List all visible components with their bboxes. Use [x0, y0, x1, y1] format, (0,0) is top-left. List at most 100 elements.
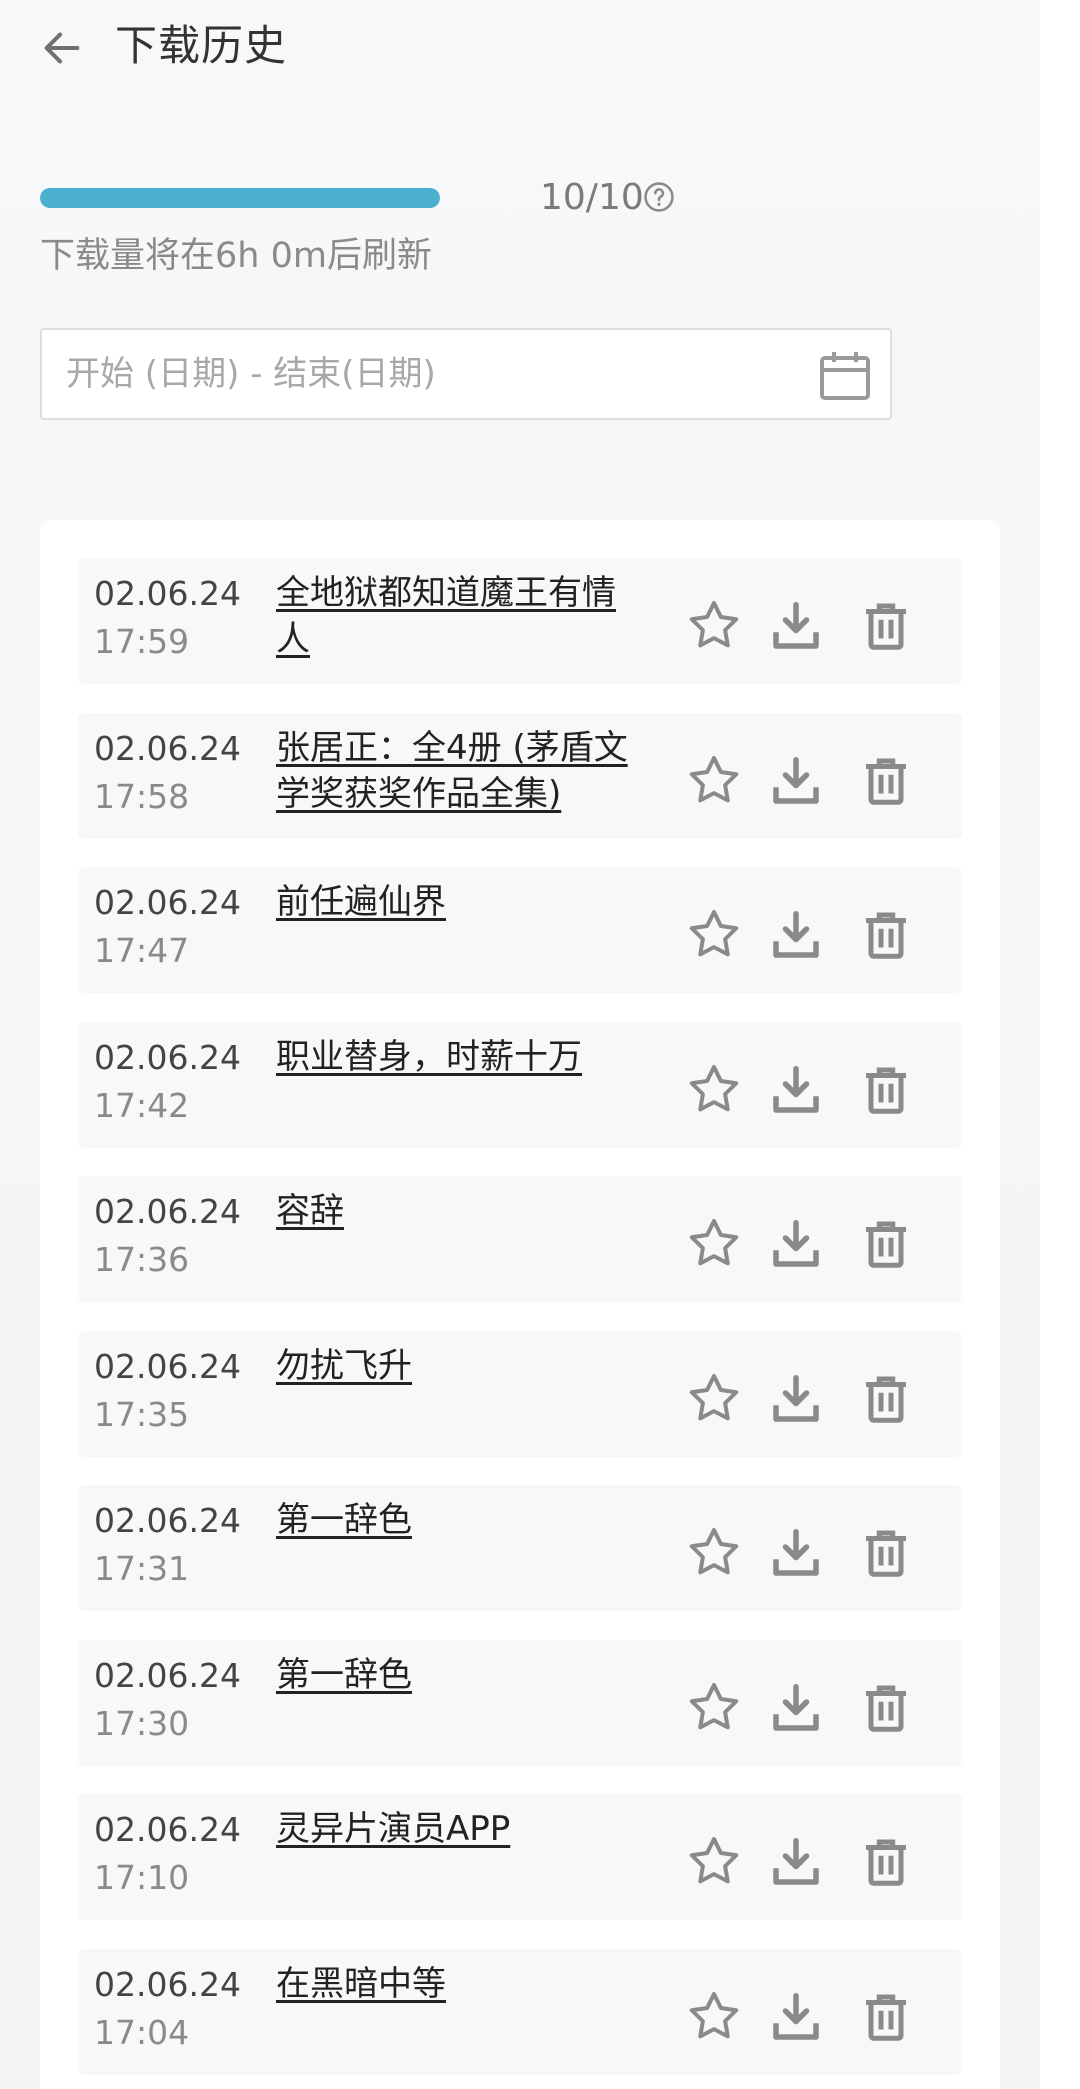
- favorite-button[interactable]: [684, 1369, 744, 1429]
- book-title-link[interactable]: 张居正：全4册 (茅盾文学奖获奖作品全集): [276, 725, 646, 817]
- history-date: 02.06.24: [94, 1501, 241, 1540]
- download-icon: [773, 1529, 819, 1576]
- favorite-button[interactable]: [684, 751, 744, 811]
- date-range-input[interactable]: 开始 (日期) - 结束(日期): [40, 328, 892, 420]
- download-icon: [773, 911, 819, 958]
- download-icon: [773, 1374, 819, 1422]
- back-button[interactable]: [32, 20, 92, 76]
- download-icon: [773, 1838, 819, 1885]
- delete-button[interactable]: [856, 596, 916, 656]
- favorite-button[interactable]: [684, 1987, 744, 2047]
- history-date: 02.06.24: [94, 883, 241, 922]
- favorite-button[interactable]: [684, 1060, 744, 1120]
- history-time: 17:42: [94, 1085, 190, 1125]
- star-icon: [689, 755, 739, 802]
- date-range-placeholder: 开始 (日期) - 结束(日期): [66, 354, 436, 394]
- download-button[interactable]: [766, 905, 826, 965]
- star-icon: [689, 1528, 739, 1575]
- download-button[interactable]: [766, 1832, 826, 1892]
- delete-button[interactable]: [856, 1214, 916, 1274]
- edge-strip: [1040, 0, 1080, 2089]
- delete-button[interactable]: [856, 1987, 916, 2047]
- download-icon: [773, 1065, 819, 1113]
- delete-button[interactable]: [856, 905, 916, 965]
- download-button[interactable]: [766, 751, 826, 811]
- star-icon: [689, 1837, 739, 1884]
- favorite-button[interactable]: [684, 905, 744, 965]
- trash-icon: [866, 1994, 906, 2041]
- history-date: 02.06.24: [94, 728, 241, 768]
- download-icon: [773, 602, 819, 649]
- book-title-link[interactable]: 灵异片演员APP: [276, 1806, 646, 1852]
- history-time: 17:31: [94, 1549, 190, 1588]
- download-button[interactable]: [766, 1678, 826, 1738]
- download-button[interactable]: [766, 596, 826, 656]
- delete-button[interactable]: [856, 751, 916, 811]
- history-row[interactable]: 02.06.24 17:42 职业替身，时薪十万: [78, 1021, 962, 1148]
- delete-button[interactable]: [856, 1060, 916, 1120]
- favorite-button[interactable]: [684, 1214, 744, 1274]
- history-row[interactable]: 02.06.24 17:30 第一辞色: [78, 1639, 962, 1766]
- arrow-left-icon: [44, 32, 80, 64]
- history-row[interactable]: 02.06.24 17:35 勿扰飞升: [78, 1330, 962, 1457]
- favorite-button[interactable]: [684, 1523, 744, 1583]
- star-icon: [689, 910, 739, 957]
- favorite-button[interactable]: [684, 596, 744, 656]
- history-time: 17:35: [94, 1394, 190, 1434]
- app-header: 下载历史: [0, 0, 1040, 96]
- refresh-note: 下载量将在6h 0m后刷新: [40, 236, 432, 276]
- star-icon: [689, 601, 739, 648]
- star-icon: [689, 1991, 739, 2038]
- history-row[interactable]: 02.06.24 17:59 全地狱都知道魔王有情人: [78, 558, 962, 684]
- history-time: 17:58: [94, 776, 190, 816]
- download-quota: 10/10: [40, 178, 940, 238]
- star-icon: [689, 1219, 739, 1266]
- history-time: 17:47: [94, 931, 190, 970]
- trash-icon: [866, 1067, 906, 1114]
- help-icon[interactable]: [642, 180, 676, 214]
- download-button[interactable]: [766, 1369, 826, 1429]
- book-title-link[interactable]: 第一辞色: [276, 1652, 646, 1698]
- book-title-link[interactable]: 勿扰飞升: [276, 1343, 646, 1389]
- history-date: 02.06.24: [94, 1346, 241, 1386]
- download-history-list: 02.06.24 17:59 全地狱都知道魔王有情人 02.06.24 17:5…: [40, 520, 1000, 2089]
- download-icon: [773, 756, 819, 804]
- book-title-link[interactable]: 前任遍仙界: [276, 879, 646, 925]
- trash-icon: [866, 1530, 906, 1577]
- book-title-link[interactable]: 职业替身，时薪十万: [276, 1034, 646, 1080]
- delete-button[interactable]: [856, 1369, 916, 1429]
- history-row[interactable]: 02.06.24 17:58 张居正：全4册 (茅盾文学奖获奖作品全集): [78, 712, 962, 839]
- history-time: 17:30: [94, 1703, 190, 1743]
- favorite-button[interactable]: [684, 1832, 744, 1892]
- history-row[interactable]: 02.06.24 17:31 第一辞色: [78, 1485, 962, 1611]
- history-date: 02.06.24: [94, 1810, 241, 1849]
- delete-button[interactable]: [856, 1523, 916, 1583]
- history-time: 17:59: [94, 622, 190, 661]
- download-button[interactable]: [766, 1060, 826, 1120]
- history-row[interactable]: 02.06.24 17:47 前任遍仙界: [78, 867, 962, 993]
- trash-icon: [866, 758, 906, 805]
- delete-button[interactable]: [856, 1832, 916, 1892]
- history-row[interactable]: 02.06.24 17:36 容辞: [78, 1176, 962, 1302]
- trash-icon: [866, 912, 906, 959]
- download-button[interactable]: [766, 1214, 826, 1274]
- book-title-link[interactable]: 容辞: [276, 1188, 646, 1234]
- book-title-link[interactable]: 在黑暗中等: [276, 1961, 646, 2007]
- download-button[interactable]: [766, 1523, 826, 1583]
- trash-icon: [866, 1839, 906, 1886]
- book-title-link[interactable]: 第一辞色: [276, 1497, 646, 1543]
- history-date: 02.06.24: [94, 1964, 241, 2004]
- history-row[interactable]: 02.06.24 17:04 在黑暗中等: [78, 1948, 962, 2075]
- quota-count: 10/10: [540, 177, 644, 218]
- quota-progress-fill: [40, 188, 440, 208]
- book-title-link[interactable]: 全地狱都知道魔王有情人: [276, 570, 646, 662]
- history-time: 17:10: [94, 1858, 190, 1897]
- history-time: 17:36: [94, 1240, 190, 1279]
- download-button[interactable]: [766, 1987, 826, 2047]
- calendar-icon[interactable]: [816, 348, 874, 404]
- history-row[interactable]: 02.06.24 17:10 灵异片演员APP: [78, 1794, 962, 1920]
- delete-button[interactable]: [856, 1678, 916, 1738]
- quota-progress-bar: [40, 188, 440, 208]
- trash-icon: [866, 603, 906, 650]
- favorite-button[interactable]: [684, 1678, 744, 1738]
